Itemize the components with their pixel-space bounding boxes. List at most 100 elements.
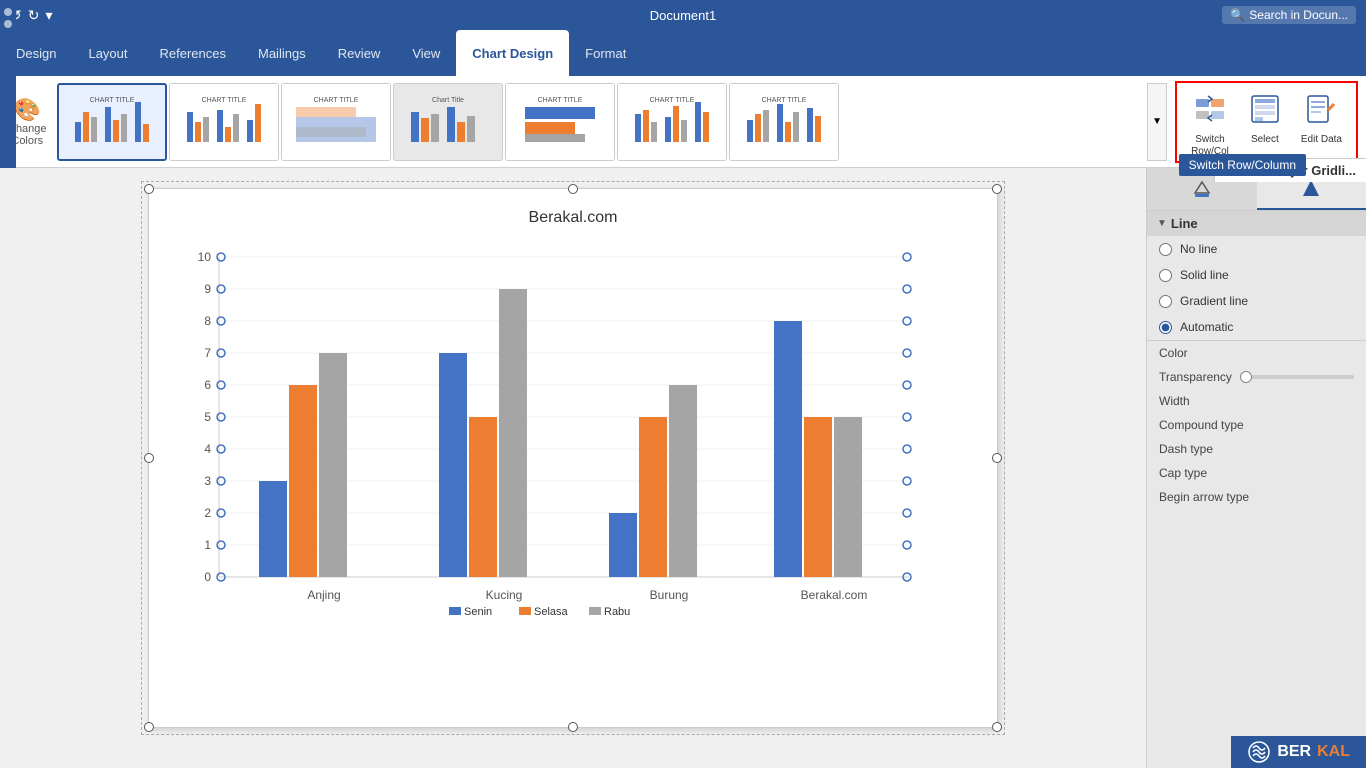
resize-handle-tl[interactable] (144, 184, 154, 194)
svg-text:3: 3 (204, 474, 211, 488)
gradient-line-label: Gradient line (1180, 294, 1248, 308)
chart-thumbnail-2: CHART TITLE (179, 92, 269, 152)
gradient-line-row: Gradient line (1147, 288, 1366, 314)
gallery-item-1[interactable]: CHART TITLE (57, 83, 167, 161)
color-row: Color (1147, 341, 1366, 365)
dash-type-row: Dash type (1147, 437, 1366, 461)
tab-layout[interactable]: Layout (72, 30, 143, 76)
switch-svg (1194, 93, 1226, 125)
qa-dropdown[interactable]: ▾ (45, 7, 52, 24)
chart-title: Berakal.com (169, 209, 977, 227)
switch-section: SwitchRow/Col Select (1175, 81, 1358, 163)
compound-type-row: Compound type (1147, 413, 1366, 437)
line-header-label: Line (1171, 216, 1198, 231)
svg-text:0: 0 (204, 570, 211, 584)
chart-thumbnail-6: CHART TITLE (627, 92, 717, 152)
transparency-thumb[interactable] (1240, 371, 1252, 383)
automatic-row: Automatic (1147, 314, 1366, 340)
select-svg (1249, 93, 1281, 125)
ribbon-content: 🎨 Change Colors CHART TITLE CHART TITLE (0, 76, 1366, 168)
svg-text:Selasa: Selasa (534, 606, 569, 617)
resize-handle-bl[interactable] (144, 722, 154, 732)
gallery-item-3[interactable]: CHART TITLE (281, 83, 391, 161)
resize-handle-tr[interactable] (992, 184, 1002, 194)
svg-text:Rabu: Rabu (604, 606, 630, 617)
transparency-track[interactable] (1240, 375, 1354, 379)
line-arrow: ▼ (1157, 218, 1167, 229)
solid-line-radio[interactable] (1159, 269, 1172, 282)
fill-icon (1192, 179, 1212, 199)
no-line-row: No line (1147, 236, 1366, 262)
watermark-accent: KAL (1317, 743, 1350, 761)
chart-thumbnail-3: CHART TITLE (291, 92, 381, 152)
format-gridline-label: Format Major Gridli... (1214, 158, 1366, 182)
select-data-button[interactable]: Select (1241, 89, 1289, 150)
chart-container[interactable]: Berakal.com 0 1 (148, 188, 998, 728)
automatic-radio[interactable] (1159, 321, 1172, 334)
switch-row-col-button[interactable]: SwitchRow/Col (1183, 89, 1237, 162)
tab-references[interactable]: References (144, 30, 242, 76)
svg-text:CHART TITLE: CHART TITLE (649, 97, 694, 104)
transparency-label: Transparency (1159, 370, 1232, 384)
resize-handle-right[interactable] (992, 453, 1002, 463)
svg-text:9: 9 (204, 282, 211, 296)
chart-thumbnail-5: CHART TITLE (515, 92, 605, 152)
edit-data-button[interactable]: Edit Data (1293, 89, 1350, 150)
svg-text:Senin: Senin (464, 606, 492, 617)
svg-text:2: 2 (204, 506, 211, 520)
solid-line-row: Solid line (1147, 262, 1366, 288)
bar-chart-svg: 0 1 2 3 4 5 6 7 8 9 10 (169, 237, 949, 617)
line-section: ▼ Line No line Solid line Gradient line … (1147, 211, 1366, 341)
change-colors-icon: 🎨 (14, 97, 41, 123)
line-section-header: ▼ Line (1147, 211, 1366, 236)
watermark-text: BER (1277, 743, 1311, 761)
right-panel: ▼ Line No line Solid line Gradient line … (1146, 168, 1366, 768)
transparency-row: Transparency (1147, 365, 1366, 389)
svg-text:Burung: Burung (650, 588, 689, 602)
tab-mailings[interactable]: Mailings (242, 30, 322, 76)
svg-text:7: 7 (204, 346, 211, 360)
gallery-item-6[interactable]: CHART TITLE (617, 83, 727, 161)
search-placeholder: Search in Docun... (1249, 8, 1348, 22)
resize-handle-bottom[interactable] (568, 722, 578, 732)
watermark-icon (1247, 740, 1271, 764)
compound-type-label: Compound type (1159, 418, 1244, 432)
gradient-line-radio[interactable] (1159, 295, 1172, 308)
svg-text:Anjing: Anjing (307, 588, 340, 602)
resize-handle-br[interactable] (992, 722, 1002, 732)
gallery-item-2[interactable]: CHART TITLE (169, 83, 279, 161)
edge-dot-1 (4, 8, 12, 16)
quick-access-toolbar: ↺ ↻ ▾ (10, 7, 53, 24)
document-title: Document1 (650, 8, 716, 23)
resize-handle-top[interactable] (568, 184, 578, 194)
tab-view[interactable]: View (396, 30, 456, 76)
resize-handle-left[interactable] (144, 453, 154, 463)
gallery-item-4[interactable]: Chart Title (393, 83, 503, 161)
tab-chart-design[interactable]: Chart Design (456, 30, 569, 76)
begin-arrow-row: Begin arrow type (1147, 485, 1366, 509)
svg-text:CHART TITLE: CHART TITLE (537, 97, 582, 104)
svg-text:CHART TITLE: CHART TITLE (89, 97, 134, 104)
tab-format[interactable]: Format (569, 30, 642, 76)
ribbon-tabs: Design Layout References Mailings Review… (0, 30, 1366, 76)
search-area[interactable]: 🔍 Search in Docun... (1222, 6, 1356, 24)
chart-thumbnail-4: Chart Title (403, 92, 493, 152)
width-label: Width (1159, 394, 1190, 408)
chart-thumbnail-1: CHART TITLE (67, 92, 157, 152)
switch-icon (1194, 93, 1226, 132)
no-line-label: No line (1180, 242, 1217, 256)
chart-thumbnail-7: CHART TITLE (739, 92, 829, 152)
no-line-radio[interactable] (1159, 243, 1172, 256)
gallery-item-5[interactable]: CHART TITLE (505, 83, 615, 161)
gallery-item-7[interactable]: CHART TITLE (729, 83, 839, 161)
svg-text:Chart Title: Chart Title (432, 97, 464, 104)
width-row: Width (1147, 389, 1366, 413)
tab-review[interactable]: Review (322, 30, 397, 76)
title-bar: ↺ ↻ ▾ Document1 🔍 Search in Docun... (0, 0, 1366, 30)
select-icon (1249, 93, 1281, 132)
svg-text:Berakal.com: Berakal.com (801, 588, 868, 602)
edit-data-label: Edit Data (1301, 134, 1342, 146)
gallery-scroll-down[interactable]: ▼ (1147, 83, 1167, 161)
redo-button[interactable]: ↻ (28, 7, 40, 24)
svg-text:CHART TITLE: CHART TITLE (761, 97, 806, 104)
